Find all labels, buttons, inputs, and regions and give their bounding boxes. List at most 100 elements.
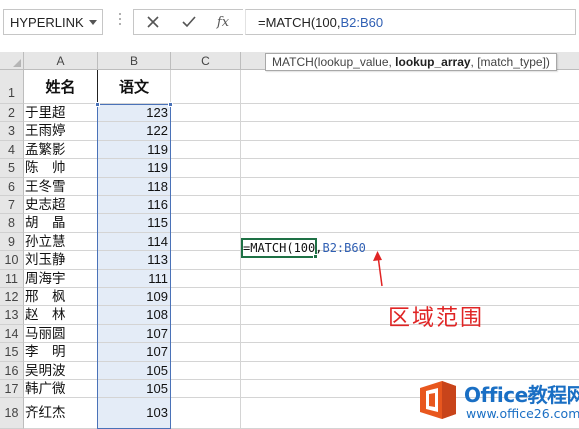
cell-b12[interactable]: 109 bbox=[98, 288, 171, 307]
row-header-9[interactable]: 9 bbox=[0, 232, 24, 252]
cell-b3[interactable]: 122 bbox=[98, 122, 171, 141]
cell-b9[interactable]: 114 bbox=[98, 232, 171, 252]
cell-c1[interactable] bbox=[171, 70, 241, 104]
cell-b11[interactable]: 111 bbox=[98, 269, 171, 288]
row-header-17[interactable]: 17 bbox=[0, 380, 24, 399]
cell-b2[interactable]: 123 bbox=[98, 104, 171, 123]
cell-b4[interactable]: 119 bbox=[98, 140, 171, 160]
cell-c8[interactable] bbox=[171, 214, 241, 233]
tooltip-arg-1[interactable]: lookup_value, bbox=[318, 55, 395, 69]
cell-a7[interactable]: 史志超 bbox=[24, 196, 98, 215]
cell-c12[interactable] bbox=[171, 288, 241, 307]
cell-b18[interactable]: 103 bbox=[98, 398, 171, 429]
tooltip-arg-2[interactable]: lookup_array bbox=[395, 55, 470, 69]
row-header-13[interactable]: 13 bbox=[0, 306, 24, 325]
cell-c15[interactable] bbox=[171, 343, 241, 362]
cell-c4[interactable] bbox=[171, 140, 241, 160]
cell-a3[interactable]: 王雨婷 bbox=[24, 122, 98, 141]
cell-d3[interactable] bbox=[241, 122, 579, 141]
formula-input[interactable]: =MATCH(100,B2:B60 bbox=[245, 9, 576, 35]
cell-b14[interactable]: 107 bbox=[98, 324, 171, 344]
active-formula-ref: B2:B60 bbox=[322, 241, 366, 255]
cell-a17[interactable]: 韩广微 bbox=[24, 380, 98, 399]
row-header-18[interactable]: 18 bbox=[0, 398, 24, 429]
cell-a13[interactable]: 赵 林 bbox=[24, 306, 98, 325]
cell-c3[interactable] bbox=[171, 122, 241, 141]
row-header-16[interactable]: 16 bbox=[0, 361, 24, 380]
row-header-8[interactable]: 8 bbox=[0, 214, 24, 233]
cell-a14[interactable]: 马丽圆 bbox=[24, 324, 98, 344]
row-header-4[interactable]: 4 bbox=[0, 140, 24, 160]
cell-a15[interactable]: 李 明 bbox=[24, 343, 98, 362]
row-header-6[interactable]: 6 bbox=[0, 177, 24, 196]
cell-c2[interactable] bbox=[171, 104, 241, 123]
insert-function-button[interactable]: fx bbox=[206, 10, 240, 34]
cell-a1[interactable]: 姓名 bbox=[24, 70, 98, 104]
cell-a4[interactable]: 孟繁影 bbox=[24, 140, 98, 160]
close-icon bbox=[147, 16, 159, 28]
cell-a2[interactable]: 于里超 bbox=[24, 104, 98, 123]
row-header-3[interactable]: 3 bbox=[0, 122, 24, 141]
cell-a11[interactable]: 周海宇 bbox=[24, 269, 98, 288]
row-header-7[interactable]: 7 bbox=[0, 196, 24, 215]
cell-c5[interactable] bbox=[171, 159, 241, 178]
cancel-button[interactable] bbox=[136, 10, 170, 34]
cell-d4[interactable] bbox=[241, 141, 579, 160]
cell-d7[interactable] bbox=[241, 196, 579, 215]
cell-c17[interactable] bbox=[171, 380, 241, 399]
cell-a6[interactable]: 王冬雪 bbox=[24, 177, 98, 196]
cell-d5[interactable] bbox=[241, 159, 579, 178]
enter-button[interactable] bbox=[172, 10, 206, 34]
cell-c9[interactable] bbox=[171, 232, 241, 252]
row-header-12[interactable]: 12 bbox=[0, 288, 24, 307]
cell-a12[interactable]: 邢 枫 bbox=[24, 288, 98, 307]
cell-b1[interactable]: 语文 bbox=[98, 70, 171, 104]
cell-c7[interactable] bbox=[171, 196, 241, 215]
row-header-10[interactable]: 10 bbox=[0, 251, 24, 270]
cell-b15[interactable]: 107 bbox=[98, 343, 171, 362]
row-header-14[interactable]: 14 bbox=[0, 324, 24, 344]
cell-d2[interactable] bbox=[241, 104, 579, 123]
formula-bar-grip-icon[interactable] bbox=[117, 10, 122, 34]
cell-c14[interactable] bbox=[171, 324, 241, 344]
cell-b10[interactable]: 113 bbox=[98, 251, 171, 270]
name-box[interactable]: HYPERLINK bbox=[3, 9, 103, 35]
row-header-15[interactable]: 15 bbox=[0, 343, 24, 362]
cell-b17[interactable]: 105 bbox=[98, 380, 171, 399]
tooltip-arg-3[interactable]: , [match_type]) bbox=[471, 55, 550, 69]
cell-c6[interactable] bbox=[171, 177, 241, 196]
cell-a10[interactable]: 刘玉静 bbox=[24, 251, 98, 270]
cell-b7[interactable]: 116 bbox=[98, 196, 171, 215]
cell-b5[interactable]: 119 bbox=[98, 159, 171, 178]
cell-b16[interactable]: 105 bbox=[98, 361, 171, 380]
cell-d8[interactable] bbox=[241, 214, 579, 233]
cell-c16[interactable] bbox=[171, 361, 241, 380]
row-header-5[interactable]: 5 bbox=[0, 159, 24, 178]
cell-d15[interactable] bbox=[241, 343, 579, 362]
cell-d11[interactable] bbox=[241, 270, 579, 288]
cell-a9[interactable]: 孙立慧 bbox=[24, 232, 98, 252]
cell-a16[interactable]: 吴明波 bbox=[24, 361, 98, 380]
cell-a18[interactable]: 齐红杰 bbox=[24, 398, 98, 429]
column-header-a[interactable]: A bbox=[24, 52, 98, 70]
row-header-2[interactable]: 2 bbox=[0, 104, 24, 123]
cell-d6[interactable] bbox=[241, 178, 579, 196]
cell-c11[interactable] bbox=[171, 269, 241, 288]
row-header-1[interactable]: 1 bbox=[0, 70, 24, 104]
column-header-b[interactable]: B bbox=[98, 52, 171, 70]
row-header-11[interactable]: 11 bbox=[0, 269, 24, 288]
cell-a5[interactable]: 陈 帅 bbox=[24, 159, 98, 178]
cell-d1[interactable] bbox=[241, 70, 579, 104]
select-all-corner[interactable] bbox=[0, 52, 24, 70]
cell-c18[interactable] bbox=[171, 398, 241, 429]
cell-b6[interactable]: 118 bbox=[98, 177, 171, 196]
fx-icon: fx bbox=[216, 14, 230, 30]
column-header-c[interactable]: C bbox=[171, 52, 241, 70]
cell-b13[interactable]: 108 bbox=[98, 306, 171, 325]
cell-a8[interactable]: 胡 晶 bbox=[24, 214, 98, 233]
chevron-down-icon[interactable] bbox=[89, 20, 97, 25]
cell-b8[interactable]: 115 bbox=[98, 214, 171, 233]
cell-c10[interactable] bbox=[171, 251, 241, 270]
formula-buttons: fx bbox=[133, 9, 243, 35]
cell-c13[interactable] bbox=[171, 306, 241, 325]
